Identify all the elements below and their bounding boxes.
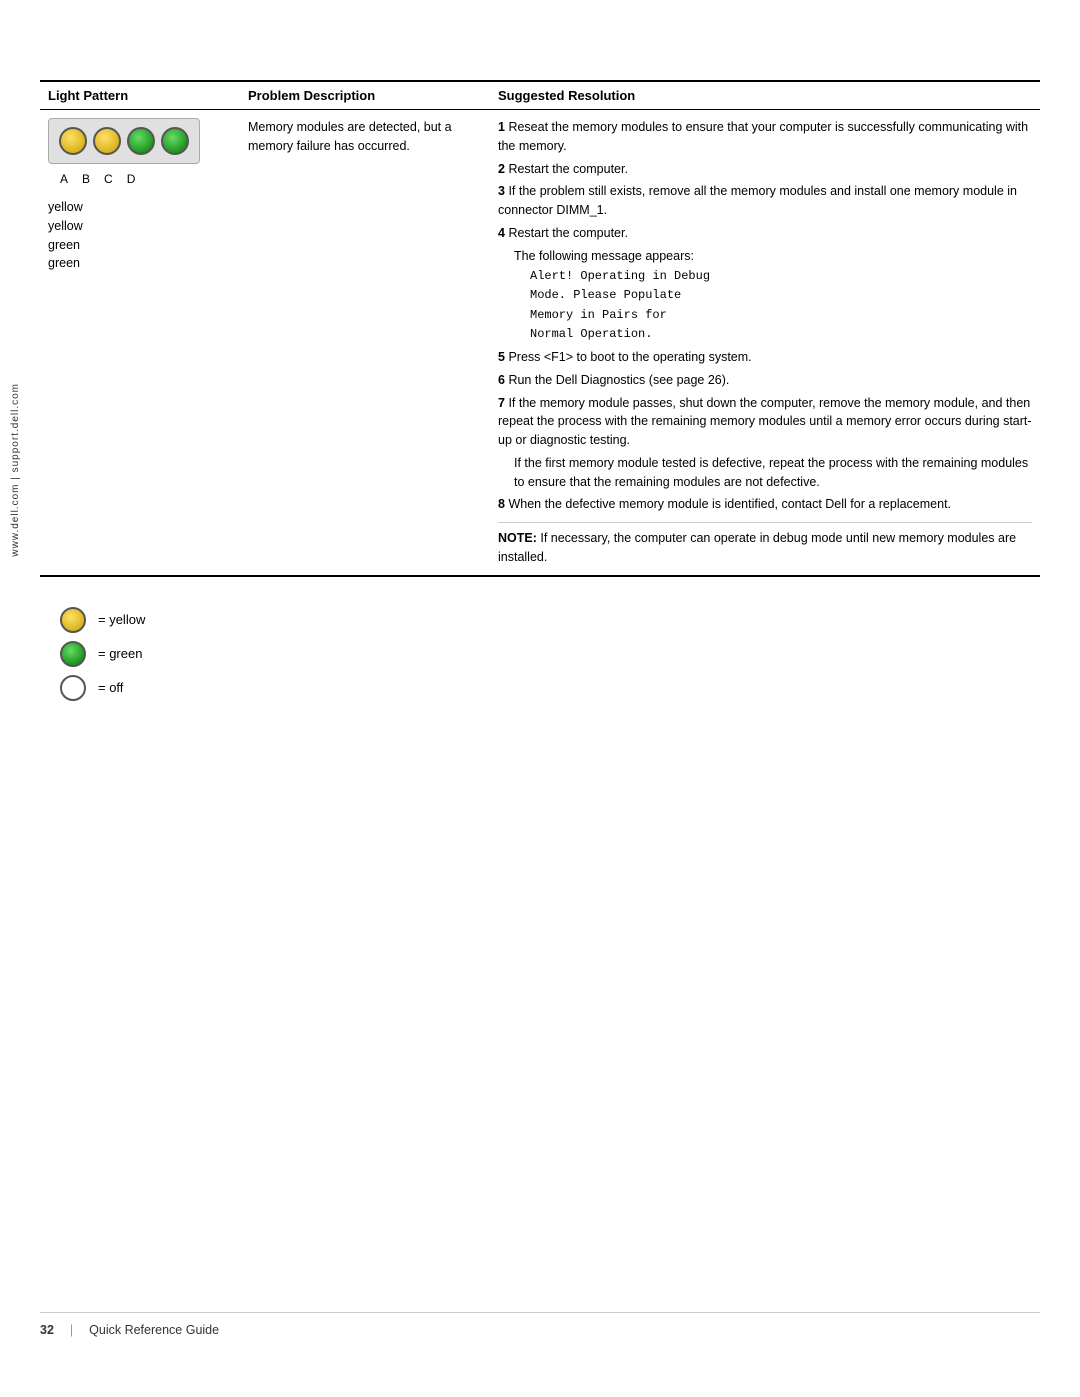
legend-label-green: = green (98, 646, 142, 661)
light-pattern-visual: A B C D (48, 118, 232, 188)
resolution-list: 1 Reseat the memory modules to ensure th… (498, 118, 1032, 514)
header-problem-description: Problem Description (240, 81, 490, 110)
resolution-step-6: 6 Run the Dell Diagnostics (see page 26)… (498, 371, 1032, 390)
footer-page-number: 32 (40, 1323, 54, 1337)
legend-label-yellow: = yellow (98, 612, 145, 627)
legend-dot-green (60, 641, 86, 667)
legend-label-off: = off (98, 680, 123, 695)
resolution-step-7: 7 If the memory module passes, shut down… (498, 394, 1032, 450)
color-green-2: green (48, 254, 232, 273)
resolution-step-7b: If the first memory module tested is def… (514, 454, 1032, 492)
footer: 32 | Quick Reference Guide (40, 1312, 1040, 1337)
footer-guide-title: Quick Reference Guide (89, 1323, 219, 1337)
led-label-c: C (104, 170, 113, 188)
note-content: If necessary, the computer can operate i… (498, 531, 1016, 564)
note-text: NOTE: If necessary, the computer can ope… (498, 522, 1032, 567)
led-d (161, 127, 189, 155)
suggested-resolution-cell: 1 Reseat the memory modules to ensure th… (490, 110, 1040, 576)
problem-description-cell: Memory modules are detected, but a memor… (240, 110, 490, 576)
table-row: A B C D yellow yellow green green (40, 110, 1040, 576)
resolution-step-5: 5 Press <F1> to boot to the operating sy… (498, 348, 1032, 367)
resolution-step-8: 8 When the defective memory module is id… (498, 495, 1032, 514)
legend: = yellow = green = off (60, 607, 1040, 701)
legend-dot-off (60, 675, 86, 701)
light-pattern-cell: A B C D yellow yellow green green (40, 110, 240, 576)
led-label-a: A (60, 170, 68, 188)
led-b (93, 127, 121, 155)
resolution-step-4b: The following message appears: Alert! Op… (514, 247, 1032, 345)
led-label-d: D (127, 170, 136, 188)
side-text-content: www.dell.com | support.dell.com (10, 383, 21, 557)
resolution-step-3: 3 If the problem still exists, remove al… (498, 182, 1032, 220)
leds-row (48, 118, 200, 164)
led-label-b: B (82, 170, 90, 188)
code-block: Alert! Operating in Debug Mode. Please P… (530, 267, 1032, 344)
color-yellow-1: yellow (48, 198, 232, 217)
legend-item-green: = green (60, 641, 1040, 667)
problem-description-text: Memory modules are detected, but a memor… (248, 120, 452, 153)
side-text: www.dell.com | support.dell.com (0, 120, 30, 820)
header-light-pattern: Light Pattern (40, 81, 240, 110)
footer-separator: | (70, 1323, 73, 1337)
led-labels-row: A B C D (48, 170, 135, 188)
color-green-1: green (48, 236, 232, 255)
color-labels: yellow yellow green green (48, 198, 232, 273)
light-pattern-table: Light Pattern Problem Description Sugges… (40, 80, 1040, 577)
legend-item-off: = off (60, 675, 1040, 701)
led-c (127, 127, 155, 155)
led-a (59, 127, 87, 155)
note-label: NOTE: (498, 531, 540, 545)
resolution-step-1: 1 Reseat the memory modules to ensure th… (498, 118, 1032, 156)
resolution-step-4: 4 Restart the computer. (498, 224, 1032, 243)
legend-item-yellow: = yellow (60, 607, 1040, 633)
color-yellow-2: yellow (48, 217, 232, 236)
resolution-step-2: 2 Restart the computer. (498, 160, 1032, 179)
main-content: Light Pattern Problem Description Sugges… (40, 80, 1040, 709)
legend-dot-yellow (60, 607, 86, 633)
header-suggested-resolution: Suggested Resolution (490, 81, 1040, 110)
